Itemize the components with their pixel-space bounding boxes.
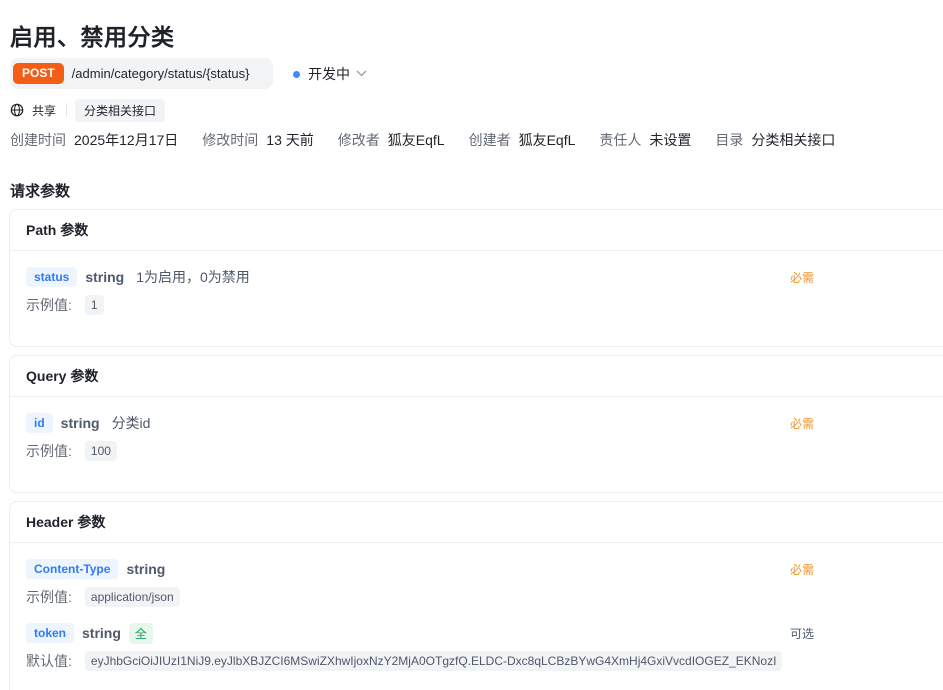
param-name[interactable]: token xyxy=(26,623,75,643)
share-label[interactable]: 共享 xyxy=(32,102,56,119)
meta-modified-time: 修改时间 13 天前 xyxy=(202,132,314,148)
query-params-card: Query 参数 id string 分类id 必需 示例值: 100 xyxy=(9,355,943,493)
param-name[interactable]: Content-Type xyxy=(26,559,119,579)
path-params-title: Path 参数 xyxy=(10,210,943,251)
param-type: string xyxy=(82,625,121,641)
example-value: 1 xyxy=(84,295,104,315)
example-label: 示例值: xyxy=(26,443,72,459)
meta-owner[interactable]: 责任人 未设置 xyxy=(599,130,691,150)
param-name[interactable]: status xyxy=(26,267,78,287)
required-label: 必需 xyxy=(790,417,815,431)
global-badge: 全 xyxy=(128,622,153,644)
param-token: token string 全 可选 默认值: eyJhbGciOiJIUzI1N… xyxy=(26,622,943,672)
example-label: 示例值: xyxy=(26,589,72,605)
param-desc: 分类id xyxy=(111,415,151,431)
example-value: 100 xyxy=(84,441,117,461)
param-type: string xyxy=(126,561,166,577)
chevron-down-icon xyxy=(356,69,367,80)
request-params-heading: 请求参数 xyxy=(10,183,71,200)
param-desc: 1为启用，0为禁用 xyxy=(136,269,250,285)
status-label: 开发中 xyxy=(308,66,350,82)
required-label: 必需 xyxy=(790,271,815,285)
param-content-type: Content-Type string 必需 示例值: application/… xyxy=(26,558,943,608)
default-label: 默认值: xyxy=(26,653,72,669)
share-row: 共享 分类相关接口 xyxy=(10,98,166,122)
globe-icon xyxy=(10,103,24,117)
meta-created-time: 创建时间 2025年12月17日 xyxy=(10,132,179,148)
query-params-title: Query 参数 xyxy=(10,356,943,397)
endpoint-path: /admin/category/status/{status} xyxy=(71,66,250,81)
example-value: application/json xyxy=(84,587,180,607)
param-type: string xyxy=(60,415,100,431)
optional-label: 可选 xyxy=(790,627,815,641)
meta-directory[interactable]: 目录 分类相关接口 xyxy=(715,130,835,150)
page-title: 启用、禁用分类 xyxy=(10,24,175,50)
meta-creator: 创建者 狐友EqfL xyxy=(468,132,576,148)
header-params-card: Header 参数 Content-Type string 必需 示例值: ap… xyxy=(9,501,943,690)
param-name[interactable]: id xyxy=(26,413,53,433)
status-dot-icon xyxy=(293,70,300,78)
status-dropdown[interactable]: 开发中 xyxy=(293,64,367,84)
param-id: id string 分类id 必需 示例值: 100 xyxy=(26,412,943,462)
example-label: 示例值: xyxy=(26,297,72,313)
endpoint-url-bar[interactable]: POST /admin/category/status/{status} xyxy=(10,58,273,89)
default-value: eyJhbGciOiJIUzI1NiJ9.eyJlbXBJZCI6MSwiZXh… xyxy=(84,651,783,671)
header-params-title: Header 参数 xyxy=(10,502,943,543)
param-type: string xyxy=(85,269,125,285)
method-badge: POST xyxy=(13,63,64,84)
directory-tag[interactable]: 分类相关接口 xyxy=(75,98,166,122)
required-label: 必需 xyxy=(790,563,815,577)
meta-row: 创建时间 2025年12月17日 修改时间 13 天前 修改者 狐友EqfL 创建者狐… xyxy=(10,130,859,150)
path-params-card: Path 参数 status string 1为启用，0为禁用 必需 示例值: … xyxy=(9,209,943,347)
meta-modifier: 修改者 狐友EqfL xyxy=(337,132,445,148)
param-status: status string 1为启用，0为禁用 必需 示例值: 1 xyxy=(26,266,943,316)
divider xyxy=(66,103,68,117)
